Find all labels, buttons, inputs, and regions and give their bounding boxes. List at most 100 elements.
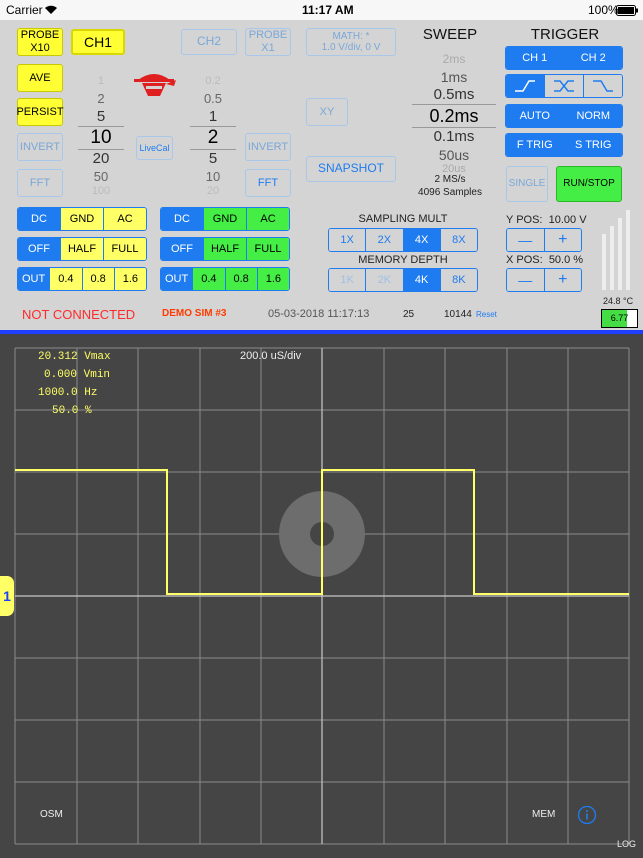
coupling2-gnd[interactable]: GND (204, 208, 247, 230)
gain2-half[interactable]: HALF (204, 238, 247, 260)
ypos-plus-button[interactable]: + (544, 229, 581, 251)
coupling1-ac[interactable]: AC (104, 208, 146, 230)
out2-04[interactable]: 0.4 (193, 268, 226, 290)
memory-depth[interactable]: 1K 2K 4K 8K (328, 268, 478, 292)
trigger-mode[interactable]: AUTO NORM (505, 104, 623, 128)
probe-ch1-button[interactable]: PROBE X10 (17, 28, 63, 56)
counter-2: 10144 (444, 309, 472, 320)
single-button[interactable]: SINGLE (506, 166, 548, 202)
run-stop-button[interactable]: RUN/STOP (556, 166, 622, 202)
trigger-edge[interactable] (505, 74, 623, 98)
xpos-stepper[interactable]: — + (506, 268, 582, 292)
fft-ch1-button[interactable]: FFT (17, 169, 63, 197)
sampling-4x[interactable]: 4X (403, 229, 441, 251)
coupling1-gnd[interactable]: GND (61, 208, 104, 230)
xpos-readout: X POS: 50.0 % (506, 254, 606, 266)
wheel1-item: 20 (92, 150, 110, 167)
invert-ch1-button[interactable]: INVERT (17, 133, 63, 161)
out1-label[interactable]: OUT (18, 268, 51, 290)
sampling-mult[interactable]: 1X 2X 4X 8X (328, 228, 478, 252)
out1-04[interactable]: 0.4 (50, 268, 83, 290)
vmax-label: Vmax (84, 351, 111, 363)
ypos-stepper[interactable]: — + (506, 228, 582, 252)
mem-button[interactable]: MEM (532, 809, 555, 820)
coupling-ch2[interactable]: DC GND AC (160, 207, 290, 231)
coupling1-dc[interactable]: DC (18, 208, 61, 230)
out2-16[interactable]: 1.6 (257, 268, 289, 290)
datetime: 05-03-2018 11:17:13 (268, 308, 370, 320)
ypos-readout: Y POS: 10.00 V (506, 214, 606, 226)
memory-4k[interactable]: 4K (403, 269, 441, 291)
trigger-ch1[interactable]: CH 1 (506, 47, 565, 69)
vmin-value: 0.000 (44, 369, 78, 381)
persist-button[interactable]: PERSIST (16, 98, 64, 126)
duty-label: % (85, 405, 92, 417)
falling-edge-icon[interactable] (584, 75, 622, 97)
sweep-wheel[interactable]: 2ms 1ms 0.5ms 0.2ms 0.1ms 50us 20us (412, 50, 496, 174)
snapshot-button[interactable]: SNAPSHOT (306, 156, 396, 182)
trigger-ftrig[interactable]: F TRIG (506, 134, 565, 156)
connection-status: NOT CONNECTED (22, 307, 136, 322)
volts-wheel-ch1[interactable]: 1 2 5 10 20 50 100 (78, 72, 124, 196)
sample-rate: 2 MS/s (434, 174, 466, 185)
ch2-button[interactable]: CH2 (181, 29, 237, 55)
scope-display[interactable]: 1 20.312 Vmax 0.000 Vmin 1000.0 Hz 50.0 … (0, 334, 643, 858)
xy-button[interactable]: XY (306, 98, 348, 126)
trigger-strig[interactable]: S TRIG (564, 134, 622, 156)
out2-08[interactable]: 0.8 (225, 268, 258, 290)
gain2-off[interactable]: OFF (161, 238, 204, 260)
coupling2-ac[interactable]: AC (247, 208, 289, 230)
battery-icon (616, 5, 638, 19)
ypos-label: Y POS: (506, 214, 543, 226)
out2-label[interactable]: OUT (161, 268, 194, 290)
log-button[interactable]: LOG (617, 839, 636, 849)
coupling-ch1[interactable]: DC GND AC (17, 207, 147, 231)
gain1-full[interactable]: FULL (104, 238, 146, 260)
memory-8k[interactable]: 8K (440, 269, 477, 291)
info-icon[interactable] (577, 805, 597, 825)
osm-button[interactable]: OSM (40, 809, 63, 820)
trigger-ch2[interactable]: CH 2 (564, 47, 622, 69)
sweep-item: 1ms (440, 69, 468, 85)
volts-wheel-ch2[interactable]: 0.2 0.5 1 2 5 10 20 (190, 72, 236, 196)
sampling-8x[interactable]: 8X (440, 229, 477, 251)
reset-link[interactable]: Reset (476, 310, 497, 319)
memory-2k[interactable]: 2K (366, 269, 404, 291)
xpos-plus-button[interactable]: + (544, 269, 581, 291)
trigger-auto[interactable]: AUTO (506, 105, 565, 127)
gain2-full[interactable]: FULL (247, 238, 289, 260)
trigger-norm[interactable]: NORM (564, 105, 622, 127)
out1-16[interactable]: 1.6 (114, 268, 146, 290)
gain-ch1[interactable]: OFF HALF FULL (17, 237, 147, 261)
sampling-1x[interactable]: 1X (329, 229, 367, 251)
xpos-minus-button[interactable]: — (507, 269, 545, 291)
coupling2-dc[interactable]: DC (161, 208, 204, 230)
out-ch2[interactable]: OUT 0.4 0.8 1.6 (160, 267, 290, 291)
out1-08[interactable]: 0.8 (82, 268, 115, 290)
trigger-source[interactable]: CH 1 CH 2 (505, 46, 623, 70)
freq-label: Hz (84, 387, 98, 399)
out-ch1[interactable]: OUT 0.4 0.8 1.6 (17, 267, 147, 291)
ave-button[interactable]: AVE (17, 64, 63, 92)
memory-1k[interactable]: 1K (329, 269, 367, 291)
gain1-off[interactable]: OFF (18, 238, 61, 260)
rising-edge-icon[interactable] (506, 75, 545, 97)
vmax-readout: 20.312 Vmax (38, 351, 111, 363)
sweep-item: 20us (442, 164, 466, 174)
invert-ch2-button[interactable]: INVERT (245, 133, 291, 161)
fft-ch2-button[interactable]: FFT (245, 169, 291, 197)
xpos-label: X POS: (506, 254, 543, 266)
sweep-item: 50us (438, 147, 470, 163)
math-button[interactable]: MATH: * 1.0 V/div, 0 V (306, 28, 396, 56)
gain-ch2[interactable]: OFF HALF FULL (160, 237, 290, 261)
ch1-ground-marker[interactable]: 1 (0, 576, 14, 616)
ypos-minus-button[interactable]: — (507, 229, 545, 251)
waveform-trace (15, 469, 629, 595)
livecal-button[interactable]: LiveCal (136, 136, 173, 160)
ch1-button[interactable]: CH1 (71, 29, 125, 55)
gain1-half[interactable]: HALF (61, 238, 104, 260)
probe-ch2-button[interactable]: PROBE X1 (245, 28, 291, 56)
trigger-type[interactable]: F TRIG S TRIG (505, 133, 623, 157)
sampling-2x[interactable]: 2X (366, 229, 404, 251)
both-edge-icon[interactable] (545, 75, 584, 97)
